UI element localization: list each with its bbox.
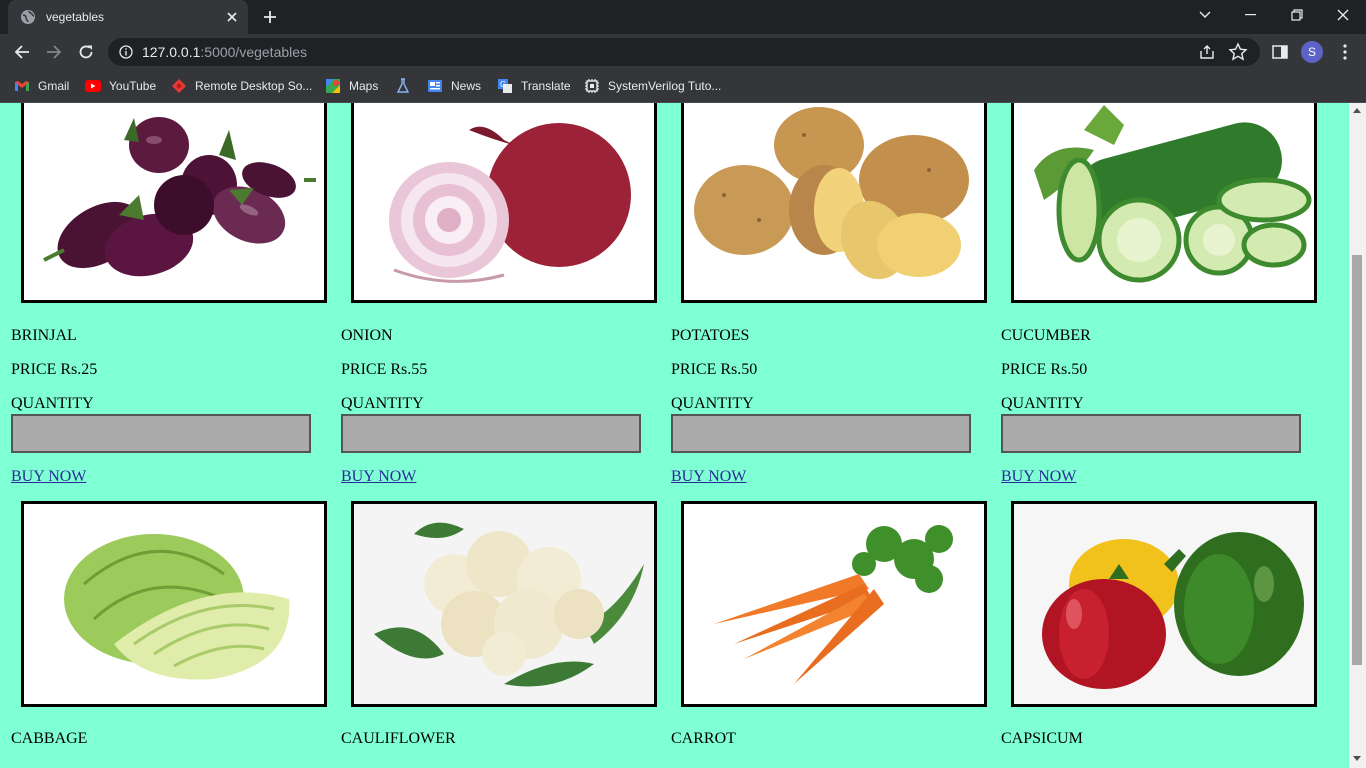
cucumber-image (1011, 103, 1317, 303)
translate-icon: G (497, 78, 513, 94)
quantity-label: QUANTITY (671, 395, 754, 412)
bookmark-remote-desktop[interactable]: Remote Desktop So... (171, 76, 312, 96)
quantity-label: QUANTITY (341, 395, 424, 412)
bookmark-maps[interactable]: Maps (325, 76, 378, 96)
product-price: PRICE Rs.50 (671, 361, 758, 378)
buy-now-link[interactable]: BUY NOW (11, 468, 86, 486)
quantity-label: QUANTITY (1001, 395, 1084, 412)
onion-image (351, 103, 657, 303)
buy-now-link[interactable]: BUY NOW (671, 468, 746, 486)
quantity-input[interactable] (1001, 414, 1301, 453)
quantity-label: QUANTITY (11, 395, 94, 412)
product-name: ONION (341, 327, 393, 344)
product-name: BRINJAL (11, 327, 77, 344)
share-icon[interactable] (1198, 43, 1216, 61)
remote-desktop-icon (171, 78, 187, 94)
chip-icon (584, 78, 600, 94)
profile-avatar[interactable]: S (1301, 41, 1323, 63)
close-tab-icon[interactable] (220, 5, 244, 29)
gmail-icon (14, 78, 30, 94)
menu-icon[interactable] (1331, 38, 1359, 66)
scroll-up-icon[interactable] (1353, 108, 1361, 113)
restore-icon[interactable] (1274, 0, 1320, 30)
tab-search-icon[interactable] (1182, 0, 1228, 30)
buy-now-link[interactable]: BUY NOW (1001, 468, 1076, 486)
product-name: CAULIFLOWER (341, 730, 456, 747)
product-name: CARROT (671, 730, 736, 747)
bookmark-label: YouTube (109, 79, 157, 93)
svg-text:G: G (500, 80, 506, 89)
bookmark-translate[interactable]: G Translate (497, 76, 571, 96)
new-tab-icon[interactable] (258, 5, 282, 29)
bookmark-label: SystemVerilog Tuto... (608, 79, 722, 93)
quantity-input[interactable] (341, 414, 641, 453)
page-scrollbar[interactable] (1349, 103, 1366, 768)
page-viewport: BRINJAL PRICE Rs.25 QUANTITY BUY NOW ONI… (0, 103, 1349, 768)
bookmark-label: Remote Desktop So... (195, 79, 313, 93)
tab-strip: vegetables (0, 0, 1366, 34)
product-price: PRICE Rs.55 (341, 361, 428, 378)
product-price: PRICE Rs.25 (11, 361, 98, 378)
forward-icon[interactable] (40, 38, 68, 66)
bookmark-label: Translate (521, 79, 571, 93)
maps-icon (325, 78, 341, 94)
product-name: CAPSICUM (1001, 730, 1083, 747)
product-name: CUCUMBER (1001, 327, 1091, 344)
minimize-icon[interactable] (1228, 0, 1274, 30)
bookmark-systemverilog[interactable]: SystemVerilog Tuto... (584, 76, 721, 96)
bookmark-news[interactable]: News (427, 76, 481, 96)
active-tab[interactable]: vegetables (8, 0, 248, 34)
news-icon (427, 78, 443, 94)
url-text: 127.0.0.1:5000/vegetables (142, 44, 307, 60)
product-name: POTATOES (671, 327, 750, 344)
browser-toolbar: 127.0.0.1:5000/vegetables (0, 34, 1366, 70)
carrot-image (681, 501, 987, 707)
bookmarks-bar: Gmail YouTube Remote Desktop So... Maps … (0, 70, 1366, 103)
flask-icon (395, 78, 411, 94)
url-path: :5000/vegetables (200, 44, 308, 60)
brinjal-image (21, 103, 327, 303)
globe-icon (20, 9, 36, 25)
tab-title: vegetables (46, 10, 105, 24)
url-host: 127.0.0.1 (142, 44, 201, 60)
address-bar[interactable]: 127.0.0.1:5000/vegetables (108, 38, 1260, 66)
product-price: PRICE Rs.50 (1001, 361, 1088, 378)
close-window-icon[interactable] (1320, 0, 1366, 30)
quantity-input[interactable] (671, 414, 971, 453)
cauliflower-image (351, 501, 657, 707)
bookmark-youtube[interactable]: YouTube (85, 76, 156, 96)
back-icon[interactable] (8, 38, 36, 66)
quantity-input[interactable] (11, 414, 311, 453)
cabbage-image (21, 501, 327, 707)
bookmark-flask[interactable] (395, 76, 419, 96)
bookmark-gmail[interactable]: Gmail (14, 76, 69, 96)
bookmark-label: Gmail (38, 79, 70, 93)
scrollbar-thumb[interactable] (1352, 255, 1362, 665)
potatoes-image (681, 103, 987, 303)
bookmark-label: News (451, 79, 482, 93)
site-info-icon[interactable] (118, 44, 134, 60)
capsicum-image (1011, 501, 1317, 707)
youtube-icon (85, 78, 101, 94)
reload-icon[interactable] (72, 38, 100, 66)
scroll-down-icon[interactable] (1353, 756, 1361, 761)
buy-now-link[interactable]: BUY NOW (341, 468, 416, 486)
product-name: CABBAGE (11, 730, 88, 747)
side-panel-icon[interactable] (1266, 38, 1294, 66)
bookmark-label: Maps (349, 79, 379, 93)
bookmark-star-icon[interactable] (1228, 42, 1248, 62)
